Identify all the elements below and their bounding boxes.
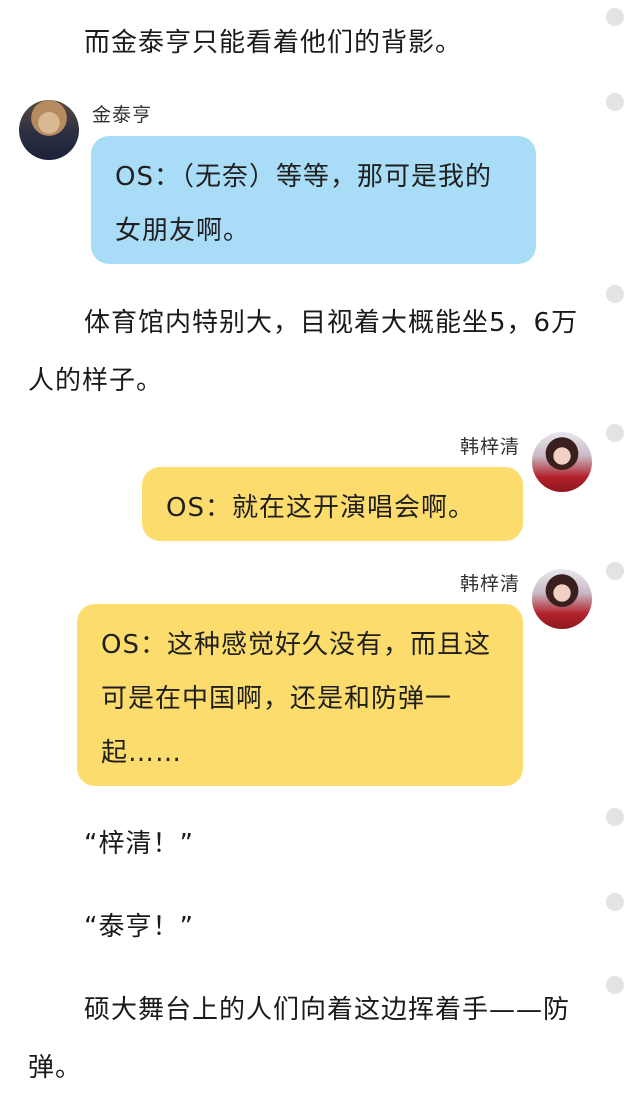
story-paragraph: “梓清！” — [84, 829, 194, 859]
comment-dot-icon[interactable] — [606, 285, 624, 303]
speaker-name: 韩梓清 — [459, 573, 520, 595]
speaker-name: 韩梓清 — [459, 436, 520, 458]
story-page: 而金泰亨只能看着他们的背影。 金泰亨 OS：（无奈）等等，那可是我的女朋友啊。 … — [0, 0, 640, 1100]
comment-dot-icon[interactable] — [606, 893, 624, 911]
story-paragraph: “泰亨！” — [84, 912, 194, 942]
speaker-avatar[interactable] — [19, 100, 79, 160]
chat-bubble: OS：就在这开演唱会啊。 — [142, 467, 523, 541]
speaker-avatar[interactable] — [532, 569, 592, 629]
speaker-name: 金泰亨 — [92, 104, 153, 126]
chat-bubble: OS：（无奈）等等，那可是我的女朋友啊。 — [91, 136, 536, 264]
comment-dot-icon[interactable] — [606, 424, 624, 442]
comment-dot-icon[interactable] — [606, 808, 624, 826]
story-paragraph: 体育馆内特别大，目视着大概能坐5，6万人的样子。 — [28, 308, 579, 396]
speaker-avatar[interactable] — [532, 432, 592, 492]
story-paragraph: 而金泰亨只能看着他们的背影。 — [84, 28, 463, 58]
comment-dot-icon[interactable] — [606, 562, 624, 580]
comment-dot-icon[interactable] — [606, 976, 624, 994]
chat-bubble: OS：这种感觉好久没有，而且这可是在中国啊，还是和防弹一起…… — [77, 604, 523, 786]
comment-dot-icon[interactable] — [606, 93, 624, 111]
comment-dot-icon[interactable] — [606, 8, 624, 26]
story-paragraph: 硕大舞台上的人们向着这边挥着手——防弹。 — [28, 995, 571, 1083]
